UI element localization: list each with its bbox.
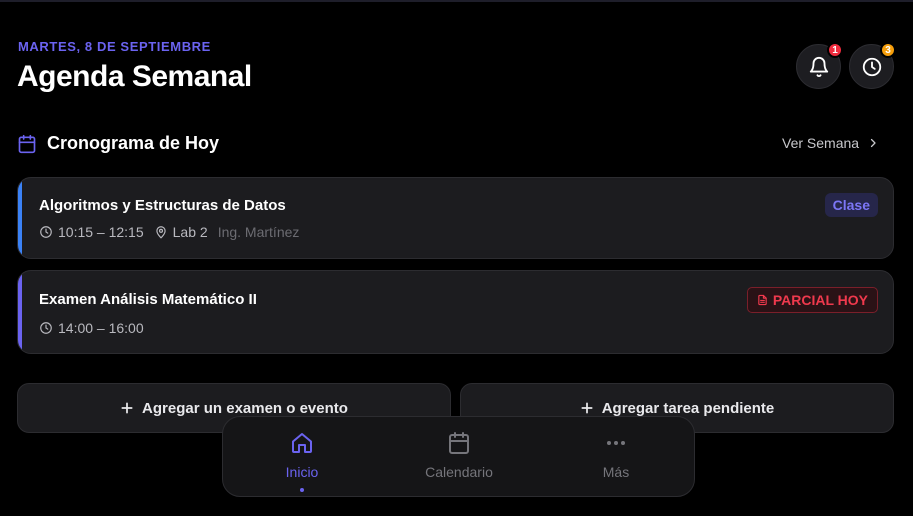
history-badge: 3 — [880, 42, 896, 58]
plus-icon — [581, 402, 593, 414]
calendar-icon — [449, 432, 469, 454]
event-card[interactable]: Examen Análisis Matemático II 14:00 – 16… — [17, 270, 894, 354]
nav-label-more: Más — [602, 464, 630, 480]
event-title: Algoritmos y Estructuras de Datos — [39, 197, 286, 214]
exam-today-label: PARCIAL HOY — [772, 292, 868, 308]
event-time: 10:15 – 12:15 — [58, 224, 144, 240]
window-top-border — [0, 0, 913, 2]
page-title: Agenda Semanal — [17, 60, 252, 93]
nav-item-calendar[interactable]: Calendario — [399, 431, 519, 480]
nav-label-calendar: Calendario — [425, 464, 493, 480]
event-meta: 14:00 – 16:00 — [39, 320, 154, 336]
history-button[interactable]: 3 — [849, 42, 896, 89]
event-accent-bar — [18, 178, 22, 258]
clock-icon — [40, 226, 52, 238]
add-exam-label: Agregar un examen o evento — [142, 399, 348, 417]
plus-icon — [121, 402, 133, 414]
map-pin-icon — [155, 226, 166, 239]
event-accent-bar — [18, 271, 22, 353]
see-week-link[interactable]: Ver Semana — [782, 135, 879, 151]
exam-today-tag: PARCIAL HOY — [746, 287, 878, 313]
see-week-label: Ver Semana — [782, 135, 860, 151]
calendar-icon — [18, 134, 36, 153]
chevron-right-icon — [870, 138, 876, 148]
event-title: Examen Análisis Matemático II — [39, 291, 257, 308]
home-icon — [292, 433, 312, 453]
notifications-button[interactable]: 1 — [796, 42, 843, 89]
event-meta: 10:15 – 12:15 Lab 2 Ing. Martínez — [39, 224, 309, 240]
nav-item-more[interactable]: Más — [556, 431, 676, 480]
active-indicator — [300, 488, 304, 492]
current-date: MARTES, 8 DE SEPTIEMBRE — [18, 39, 211, 54]
nav-item-home[interactable]: Inicio — [242, 431, 362, 492]
more-horizontal-icon — [607, 441, 625, 445]
section-title: Cronograma de Hoy — [47, 133, 220, 153]
event-card[interactable]: Algoritmos y Estructuras de Datos 10:15 … — [17, 177, 894, 259]
notifications-badge: 1 — [827, 42, 843, 58]
clock-icon — [40, 322, 52, 334]
nav-label-home: Inicio — [285, 464, 319, 480]
bell-icon — [809, 56, 828, 77]
document-icon — [758, 294, 767, 306]
event-teacher: Ing. Martínez — [217, 224, 300, 240]
add-task-label: Agregar tarea pendiente — [601, 399, 775, 417]
event-type-tag: Clase — [824, 193, 878, 217]
schedule-section-header: Cronograma de Hoy — [17, 133, 219, 154]
event-location: Lab 2 — [172, 224, 208, 240]
event-time: 14:00 – 16:00 — [58, 320, 144, 336]
clock-icon — [862, 57, 881, 76]
bottom-navigation: Inicio Calendario Más — [222, 416, 695, 497]
